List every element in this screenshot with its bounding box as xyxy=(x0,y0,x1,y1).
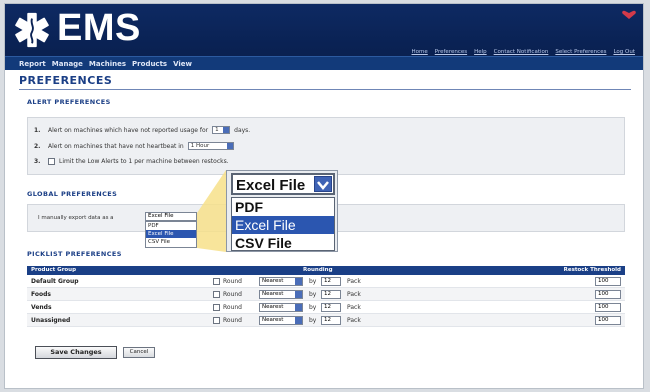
threshold-input[interactable]: 100 xyxy=(595,316,621,325)
by-label: by xyxy=(309,278,317,285)
threshold-input[interactable]: 100 xyxy=(595,290,621,299)
app-window: EMS Home Preferences Help Contact Notifi… xyxy=(4,3,644,389)
unit-label: Pack xyxy=(347,304,361,311)
picklist-table: Product Group Rounding Restock Threshold… xyxy=(27,266,625,327)
round-label: Round xyxy=(223,291,242,298)
chevron-down-icon xyxy=(295,304,302,311)
unit-label: Pack xyxy=(347,291,361,298)
round-checkbox[interactable] xyxy=(213,304,220,311)
table-row: Vends Round Nearest by 12 Pack 100 xyxy=(27,301,625,314)
rounding-mode-select[interactable]: Nearest xyxy=(259,316,303,325)
export-option[interactable]: PDF xyxy=(146,222,196,230)
zoomed-select-value: Excel File xyxy=(236,177,306,194)
by-label: by xyxy=(309,317,317,324)
group-name: Default Group xyxy=(31,278,79,285)
round-label: Round xyxy=(223,317,242,324)
export-format-list: PDF Excel File CSV File xyxy=(145,221,197,248)
table-row: Unassigned Round Nearest by 12 Pack 100 xyxy=(27,314,625,327)
rounding-mode-select[interactable]: Nearest xyxy=(259,277,303,286)
chevron-down-icon xyxy=(295,278,302,285)
export-format-select[interactable]: Excel File xyxy=(145,212,197,221)
zoomed-option[interactable]: PDF xyxy=(232,198,334,216)
save-changes-button[interactable]: Save Changes xyxy=(35,346,117,359)
group-name: Unassigned xyxy=(31,317,71,324)
zoom-callout: Excel File PDF Excel File CSV File xyxy=(226,170,338,252)
zoomed-export-list: PDF Excel File CSV File xyxy=(231,197,335,251)
round-checkbox[interactable] xyxy=(213,278,220,285)
table-row: Default Group Round Nearest by 12 Pack 1… xyxy=(27,275,625,288)
cancel-button[interactable]: Cancel xyxy=(123,347,155,358)
unit-label: Pack xyxy=(347,317,361,324)
zoomed-option[interactable]: CSV File xyxy=(232,234,334,252)
export-option[interactable]: Excel File xyxy=(146,230,196,238)
unit-label: Pack xyxy=(347,278,361,285)
threshold-input[interactable]: 100 xyxy=(595,277,621,286)
export-option[interactable]: CSV File xyxy=(146,238,196,246)
amount-input[interactable]: 12 xyxy=(321,290,341,299)
chevron-down-icon xyxy=(295,317,302,324)
amount-input[interactable]: 12 xyxy=(321,316,341,325)
threshold-input[interactable]: 100 xyxy=(595,303,621,312)
round-label: Round xyxy=(223,278,242,285)
by-label: by xyxy=(309,291,317,298)
round-checkbox[interactable] xyxy=(213,291,220,298)
rounding-mode-select[interactable]: Nearest xyxy=(259,303,303,312)
column-header: Restock Threshold xyxy=(563,267,621,273)
group-name: Foods xyxy=(31,291,51,298)
picklist-heading: PICKLIST PREFERENCES xyxy=(27,250,122,258)
table-header: Product Group Rounding Restock Threshold xyxy=(27,266,625,275)
amount-input[interactable]: 12 xyxy=(321,303,341,312)
chevron-down-icon[interactable] xyxy=(314,176,332,192)
group-name: Vends xyxy=(31,304,52,311)
zoomed-export-select[interactable]: Excel File xyxy=(231,173,335,195)
rounding-mode-select[interactable]: Nearest xyxy=(259,290,303,299)
column-header: Product Group xyxy=(31,267,77,273)
column-header: Rounding xyxy=(303,267,333,273)
zoomed-option[interactable]: Excel File xyxy=(232,216,334,234)
table-row: Foods Round Nearest by 12 Pack 100 xyxy=(27,288,625,301)
round-label: Round xyxy=(223,304,242,311)
amount-input[interactable]: 12 xyxy=(321,277,341,286)
round-checkbox[interactable] xyxy=(213,317,220,324)
chevron-down-icon xyxy=(295,291,302,298)
by-label: by xyxy=(309,304,317,311)
